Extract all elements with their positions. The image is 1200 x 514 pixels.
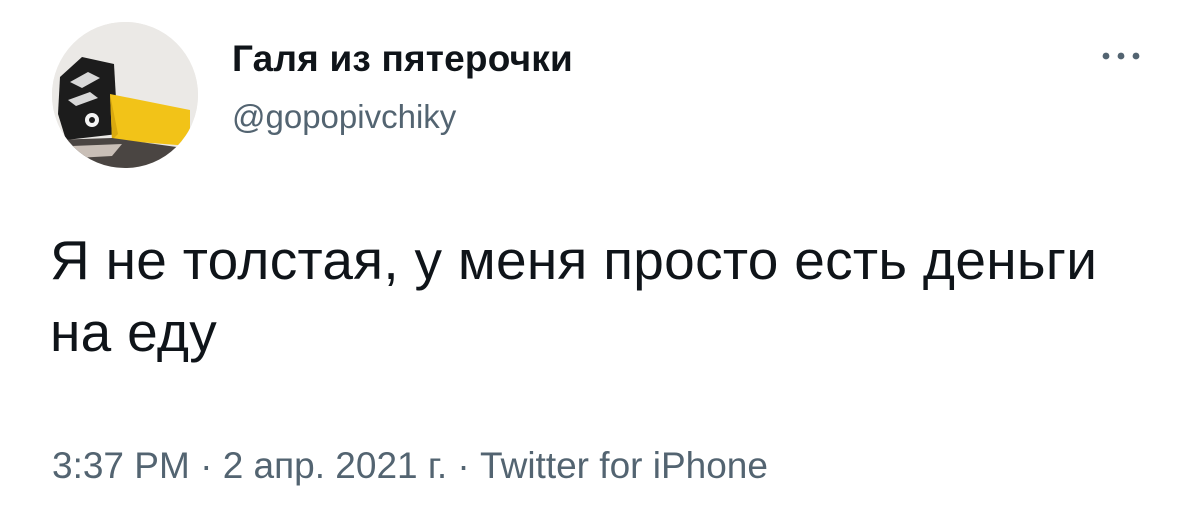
more-horizontal-icon — [1102, 52, 1140, 60]
meta-separator: · — [189, 445, 223, 486]
meta-separator: · — [447, 445, 481, 486]
tweet-card: Галя из пятерочки @gopopivchiky Я не тол… — [0, 0, 1200, 514]
author-display-name[interactable]: Галя из пятерочки — [232, 38, 573, 80]
avatar[interactable] — [52, 22, 198, 168]
tweet-source-link[interactable]: Twitter for iPhone — [480, 445, 768, 486]
more-options-button[interactable] — [1098, 44, 1144, 68]
tweet-text: Я не толстая, у меня просто есть деньги … — [50, 229, 1098, 363]
avatar-photo-icon — [52, 22, 198, 168]
tweet-date[interactable]: 2 апр. 2021 г. — [223, 445, 447, 486]
tweet-time[interactable]: 3:37 PM — [52, 445, 190, 486]
tweet-meta: 3:37 PM · 2 апр. 2021 г. · Twitter for i… — [52, 445, 768, 487]
author-handle[interactable]: @gopopivchiky — [232, 98, 456, 136]
